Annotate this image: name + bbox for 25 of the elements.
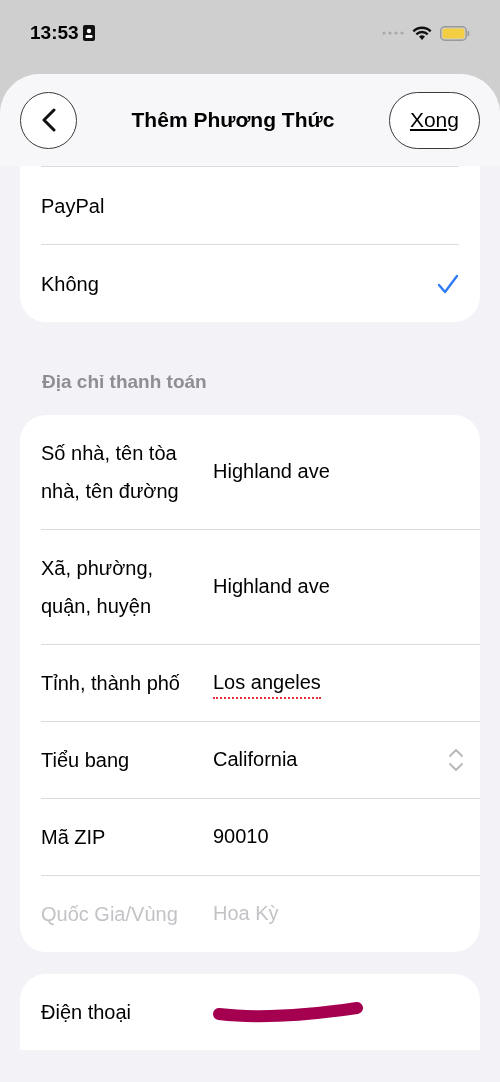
field-label: Mã ZIP — [41, 824, 107, 850]
status-time: 13:53 — [30, 20, 79, 45]
state-picker[interactable]: California — [213, 743, 298, 776]
field-value[interactable]: Los angeles — [213, 666, 321, 699]
back-chevron-icon — [41, 108, 56, 132]
field-label: Tiểu bang — [41, 747, 131, 773]
sheet-title: Thêm Phương Thức — [131, 107, 335, 134]
badge-icon — [82, 25, 95, 41]
field-value[interactable]: Highland ave — [213, 570, 330, 603]
field-value[interactable]: Highland ave — [213, 455, 330, 488]
field-label: Xã, phường, quận, huyện — [41, 555, 155, 619]
up-down-chevron-icon — [448, 746, 464, 773]
payment-option[interactable]: Không — [41, 244, 459, 322]
section-heading: Địa chỉ thanh toán — [42, 370, 208, 394]
field-label: Điện thoại — [41, 999, 133, 1025]
battery-icon — [440, 25, 470, 41]
field-label: Tỉnh, thành phố — [41, 670, 181, 696]
back-button[interactable] — [20, 91, 77, 149]
field-label: Số nhà, tên tòa nhà, tên đường — [41, 440, 180, 504]
payment-option[interactable]: PayPal — [41, 166, 459, 244]
done-button[interactable]: Xong — [388, 91, 480, 149]
field-label: Quốc Gia/Vùng — [41, 901, 179, 927]
signal-icon — [382, 31, 404, 35]
field-value[interactable]: 90010 — [213, 820, 269, 853]
wifi-icon — [412, 25, 432, 41]
